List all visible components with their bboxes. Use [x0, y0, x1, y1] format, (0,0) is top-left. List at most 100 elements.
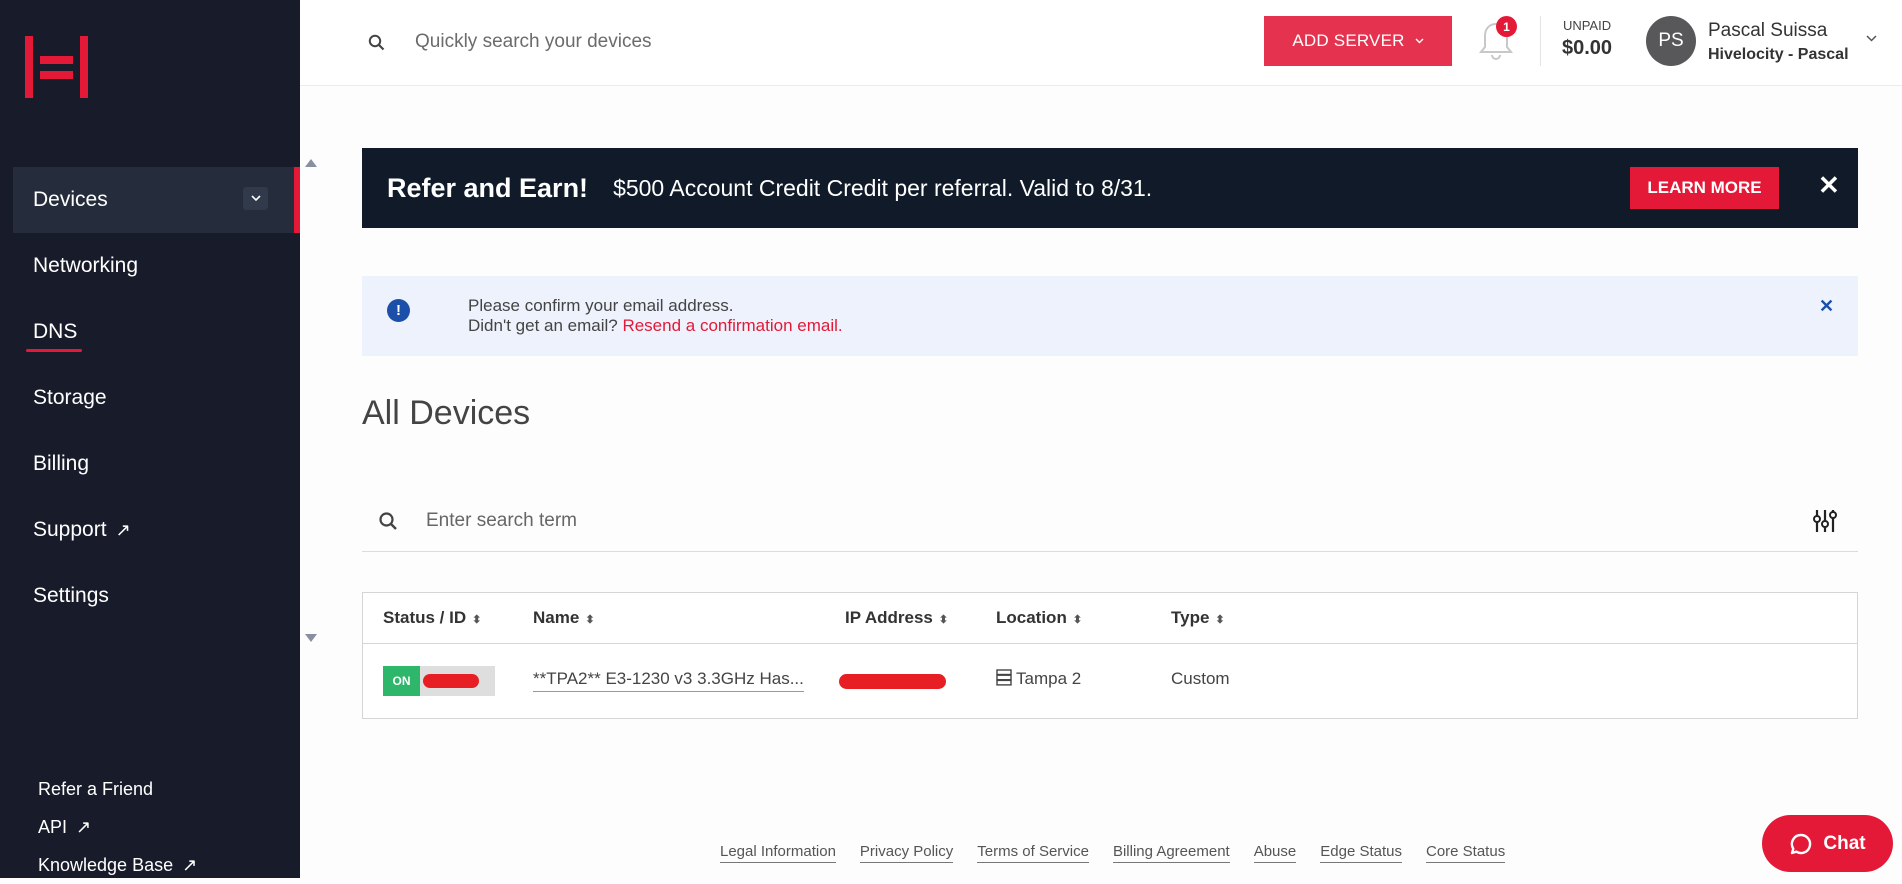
- global-search: [368, 20, 968, 64]
- external-link-icon: ↗: [115, 519, 131, 540]
- info-exclamation-icon: !: [387, 299, 410, 322]
- filter-sliders-icon[interactable]: [1812, 508, 1838, 534]
- redacted-device-id: [423, 674, 479, 688]
- footer-link-core-status[interactable]: Core Status: [1425, 843, 1506, 863]
- server-rack-icon: [996, 669, 1012, 686]
- resend-confirmation-link[interactable]: Resend a confirmation email.: [622, 316, 842, 335]
- user-organization: Hivelocity - Pascal: [1708, 46, 1849, 63]
- user-name: Pascal Suissa: [1708, 20, 1828, 41]
- sidebar-scroll-up-arrow[interactable]: [305, 159, 317, 167]
- table-header: Status / ID ⬍ Name ⬍ IP Address ⬍ Location ⬍…: [363, 593, 1857, 644]
- sidebar-nav: Devices Networking DNS Storage Billing S…: [13, 167, 300, 629]
- notification-count-badge: 1: [1496, 16, 1517, 37]
- add-server-button[interactable]: ADD SERVER: [1264, 16, 1452, 66]
- promo-text: $500 Account Credit Credit per referral.…: [613, 174, 1153, 201]
- location-text: Tampa 2: [1016, 669, 1082, 688]
- referral-promo-banner: Refer and Earn! $500 Account Credit Cred…: [362, 148, 1858, 228]
- footer-link-billing-agreement[interactable]: Billing Agreement: [1112, 843, 1230, 863]
- sidebar-item-dns[interactable]: DNS: [13, 299, 300, 365]
- sidebar-item-billing[interactable]: Billing: [13, 431, 300, 497]
- column-header-ip-address[interactable]: IP Address ⬍: [845, 608, 948, 628]
- user-menu-toggle[interactable]: [1866, 30, 1877, 45]
- sidebar-link-label: API: [38, 816, 68, 837]
- devices-expand-toggle[interactable]: [243, 187, 268, 210]
- device-name-link[interactable]: **TPA2** E3-1230 v3 3.3GHz Has...: [533, 669, 804, 692]
- external-link-icon: ↗: [182, 854, 198, 875]
- add-server-label: ADD SERVER: [1292, 31, 1405, 50]
- column-header-location[interactable]: Location ⬍: [996, 608, 1082, 628]
- footer-links: Legal Information Privacy Policy Terms o…: [720, 843, 1506, 863]
- logo-bar-left: [25, 36, 33, 98]
- global-search-input[interactable]: [415, 31, 915, 53]
- search-icon: [379, 511, 397, 530]
- sidebar-link-label: Knowledge Base: [38, 854, 174, 875]
- close-icon[interactable]: ✕: [1819, 296, 1834, 317]
- sidebar: Devices Networking DNS Storage Billing S…: [0, 0, 300, 878]
- alert-message: Please confirm your email address. Didn'…: [468, 296, 843, 336]
- search-icon: [368, 34, 385, 50]
- table-row[interactable]: ON **TPA2** E3-1230 v3 3.3GHz Has... Tam…: [363, 644, 1857, 718]
- hivelocity-logo[interactable]: [25, 36, 89, 98]
- sidebar-link-api[interactable]: API ↗: [38, 808, 197, 846]
- status-badge: ON: [383, 666, 495, 696]
- sidebar-item-networking[interactable]: Networking: [13, 233, 300, 299]
- logo-eq-bottom: [40, 71, 73, 79]
- chevron-down-icon: [1415, 38, 1424, 44]
- chevron-down-icon: [1866, 35, 1877, 42]
- unpaid-amount: $0.00: [1562, 37, 1613, 59]
- sidebar-item-label: Support: [33, 518, 107, 541]
- alert-line-2-prefix: Didn't get an email?: [468, 316, 623, 335]
- sidebar-item-storage[interactable]: Storage: [13, 365, 300, 431]
- sidebar-item-label: Networking: [33, 254, 139, 277]
- column-label: IP Address: [845, 608, 933, 627]
- learn-more-button[interactable]: LEARN MORE: [1630, 167, 1779, 209]
- column-label: Location: [996, 608, 1067, 627]
- sidebar-item-settings[interactable]: Settings: [13, 563, 300, 629]
- column-label: Type: [1171, 608, 1210, 627]
- column-header-type[interactable]: Type ⬍: [1171, 608, 1225, 628]
- avatar[interactable]: PS: [1646, 16, 1696, 66]
- unpaid-balance[interactable]: UNPAID $0.00: [1562, 18, 1612, 60]
- footer-link-terms-of-service[interactable]: Terms of Service: [977, 843, 1089, 863]
- footer-link-privacy-policy[interactable]: Privacy Policy: [859, 843, 954, 863]
- user-menu[interactable]: Pascal Suissa Hivelocity - Pascal: [1708, 20, 1849, 64]
- chat-bubble-icon: [1791, 833, 1812, 854]
- chevron-down-icon: [250, 195, 261, 202]
- sidebar-item-support[interactable]: Support ↗: [13, 497, 300, 563]
- sidebar-scroll-down-arrow[interactable]: [305, 634, 317, 642]
- promo-title: Refer and Earn!: [387, 172, 589, 203]
- footer-link-abuse[interactable]: Abuse: [1253, 843, 1297, 863]
- sidebar-link-knowledge-base[interactable]: Knowledge Base ↗: [38, 846, 197, 884]
- alert-line-1: Please confirm your email address.: [468, 296, 734, 315]
- devices-table: Status / ID ⬍ Name ⬍ IP Address ⬍ Location ⬍…: [362, 592, 1858, 719]
- sidebar-link-label: Refer a Friend: [38, 778, 154, 799]
- top-header: ADD SERVER 1 UNPAID $0.00 PS Pascal Suis…: [300, 0, 1902, 86]
- sort-icon: ⬍: [585, 614, 595, 626]
- unpaid-label: UNPAID: [1562, 18, 1612, 33]
- footer-link-edge-status[interactable]: Edge Status: [1320, 843, 1402, 863]
- sidebar-item-label: Storage: [33, 386, 107, 409]
- sidebar-item-label: Devices: [33, 188, 108, 211]
- close-icon[interactable]: ✕: [1818, 170, 1840, 201]
- sidebar-item-label: Settings: [33, 584, 109, 607]
- device-name-cell: **TPA2** E3-1230 v3 3.3GHz Has...: [533, 669, 804, 692]
- column-header-name[interactable]: Name ⬍: [533, 608, 595, 628]
- sidebar-link-refer-a-friend[interactable]: Refer a Friend: [38, 770, 197, 808]
- column-header-status-id[interactable]: Status / ID ⬍: [383, 608, 481, 628]
- header-divider: [1540, 16, 1541, 66]
- redacted-ip-address: [839, 674, 946, 689]
- sidebar-item-devices[interactable]: Devices: [13, 167, 300, 233]
- chat-button[interactable]: Chat: [1762, 815, 1893, 872]
- email-confirmation-alert: ! Please confirm your email address. Did…: [362, 276, 1858, 356]
- footer-link-legal-information[interactable]: Legal Information: [720, 843, 836, 863]
- sidebar-secondary-nav: Refer a Friend API ↗ Knowledge Base ↗: [38, 770, 197, 884]
- logo-bar-right: [80, 36, 88, 98]
- type-cell: Custom: [1171, 669, 1230, 688]
- external-link-icon: ↗: [76, 816, 92, 837]
- sort-icon: ⬍: [472, 614, 482, 626]
- sort-icon: ⬍: [1072, 614, 1083, 626]
- chat-label: Chat: [1823, 832, 1866, 854]
- device-search-input[interactable]: [426, 509, 1726, 532]
- location-cell: Tampa 2: [996, 669, 1081, 689]
- status-on-label: ON: [383, 666, 420, 696]
